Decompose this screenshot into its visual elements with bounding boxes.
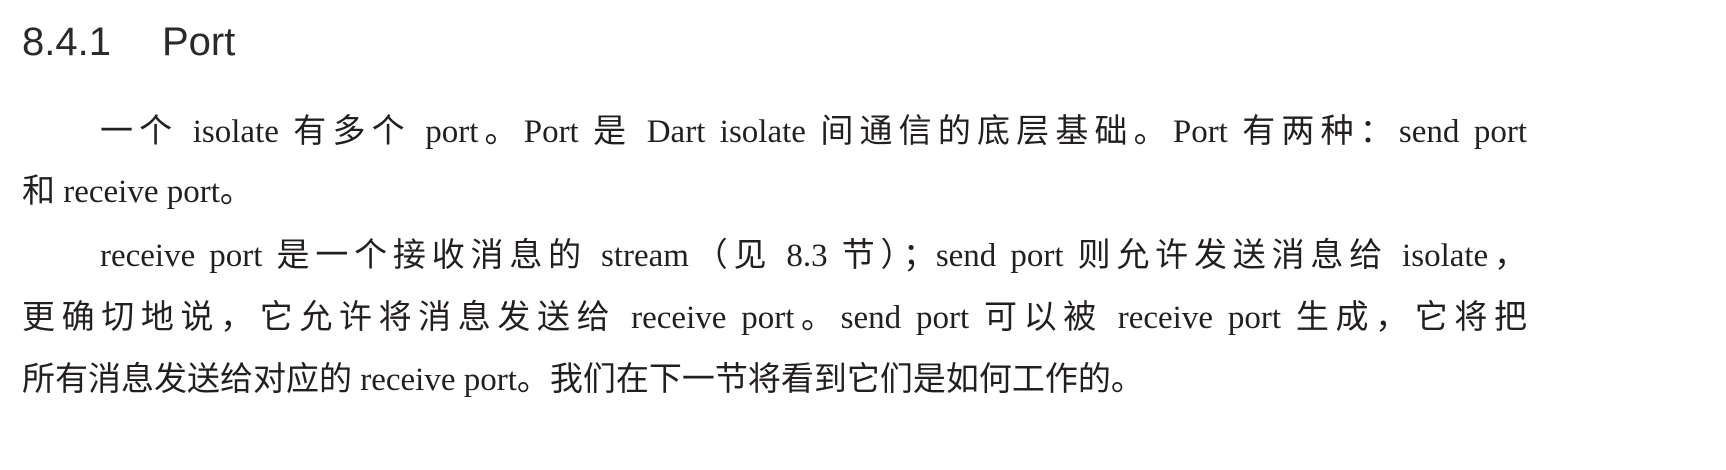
paragraph-1-line-1: 一个 isolate 有多个 port。Port 是 Dart isolate … [100, 114, 1527, 150]
paragraph-1-line-2: 和 receive port。 [22, 174, 253, 210]
section-heading: 8.4.1 Port [22, 20, 235, 65]
paragraph-2-line-3: 所有消息发送给对应的 receive port。我们在下一节将看到它们是如何工作… [22, 362, 1144, 398]
section-number: 8.4.1 [22, 20, 111, 64]
paragraph-2-line-1: receive port 是一个接收消息的 stream（见 8.3 节）；se… [100, 238, 1527, 274]
section-title: Port [162, 20, 236, 64]
paragraph-2-line-2: 更确切地说，它允许将消息发送给 receive port。send port 可… [22, 300, 1527, 336]
